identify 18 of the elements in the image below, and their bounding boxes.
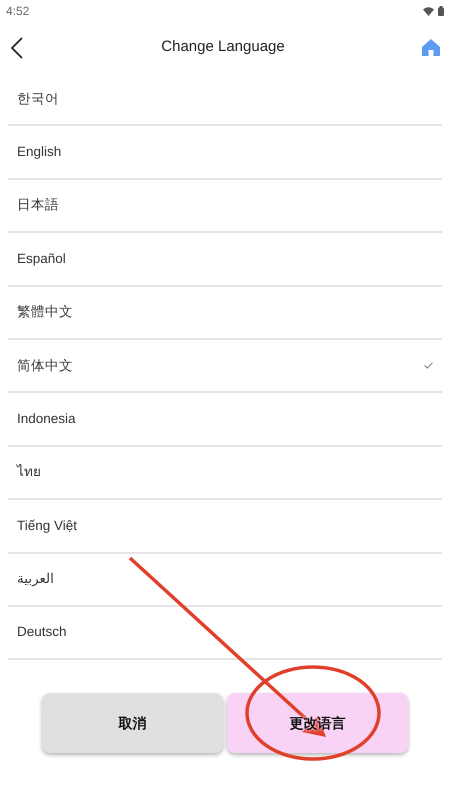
language-option[interactable]: Tiếng Việt: [17, 516, 78, 536]
language-option[interactable]: Indonesia: [17, 408, 76, 430]
battery-icon: [438, 6, 444, 16]
language-option[interactable]: Deutsch: [17, 622, 67, 643]
language-option[interactable]: ไทย: [17, 462, 41, 483]
home-icon[interactable]: [422, 39, 440, 56]
language-option[interactable]: Español: [17, 248, 66, 269]
back-icon[interactable]: [10, 36, 24, 58]
language-option[interactable]: English: [17, 142, 62, 162]
language-option[interactable]: 日本語: [17, 195, 59, 216]
status-time: 4:52: [6, 3, 30, 20]
language-option[interactable]: العربية: [17, 569, 54, 590]
language-option[interactable]: 简体中文: [17, 356, 73, 376]
language-option[interactable]: 繁體中文: [17, 302, 73, 322]
page-title: Change Language: [161, 37, 285, 58]
cancel-button[interactable]: 取消: [42, 693, 223, 754]
wifi-icon: [423, 6, 434, 16]
language-option[interactable]: 한국어: [17, 88, 59, 109]
